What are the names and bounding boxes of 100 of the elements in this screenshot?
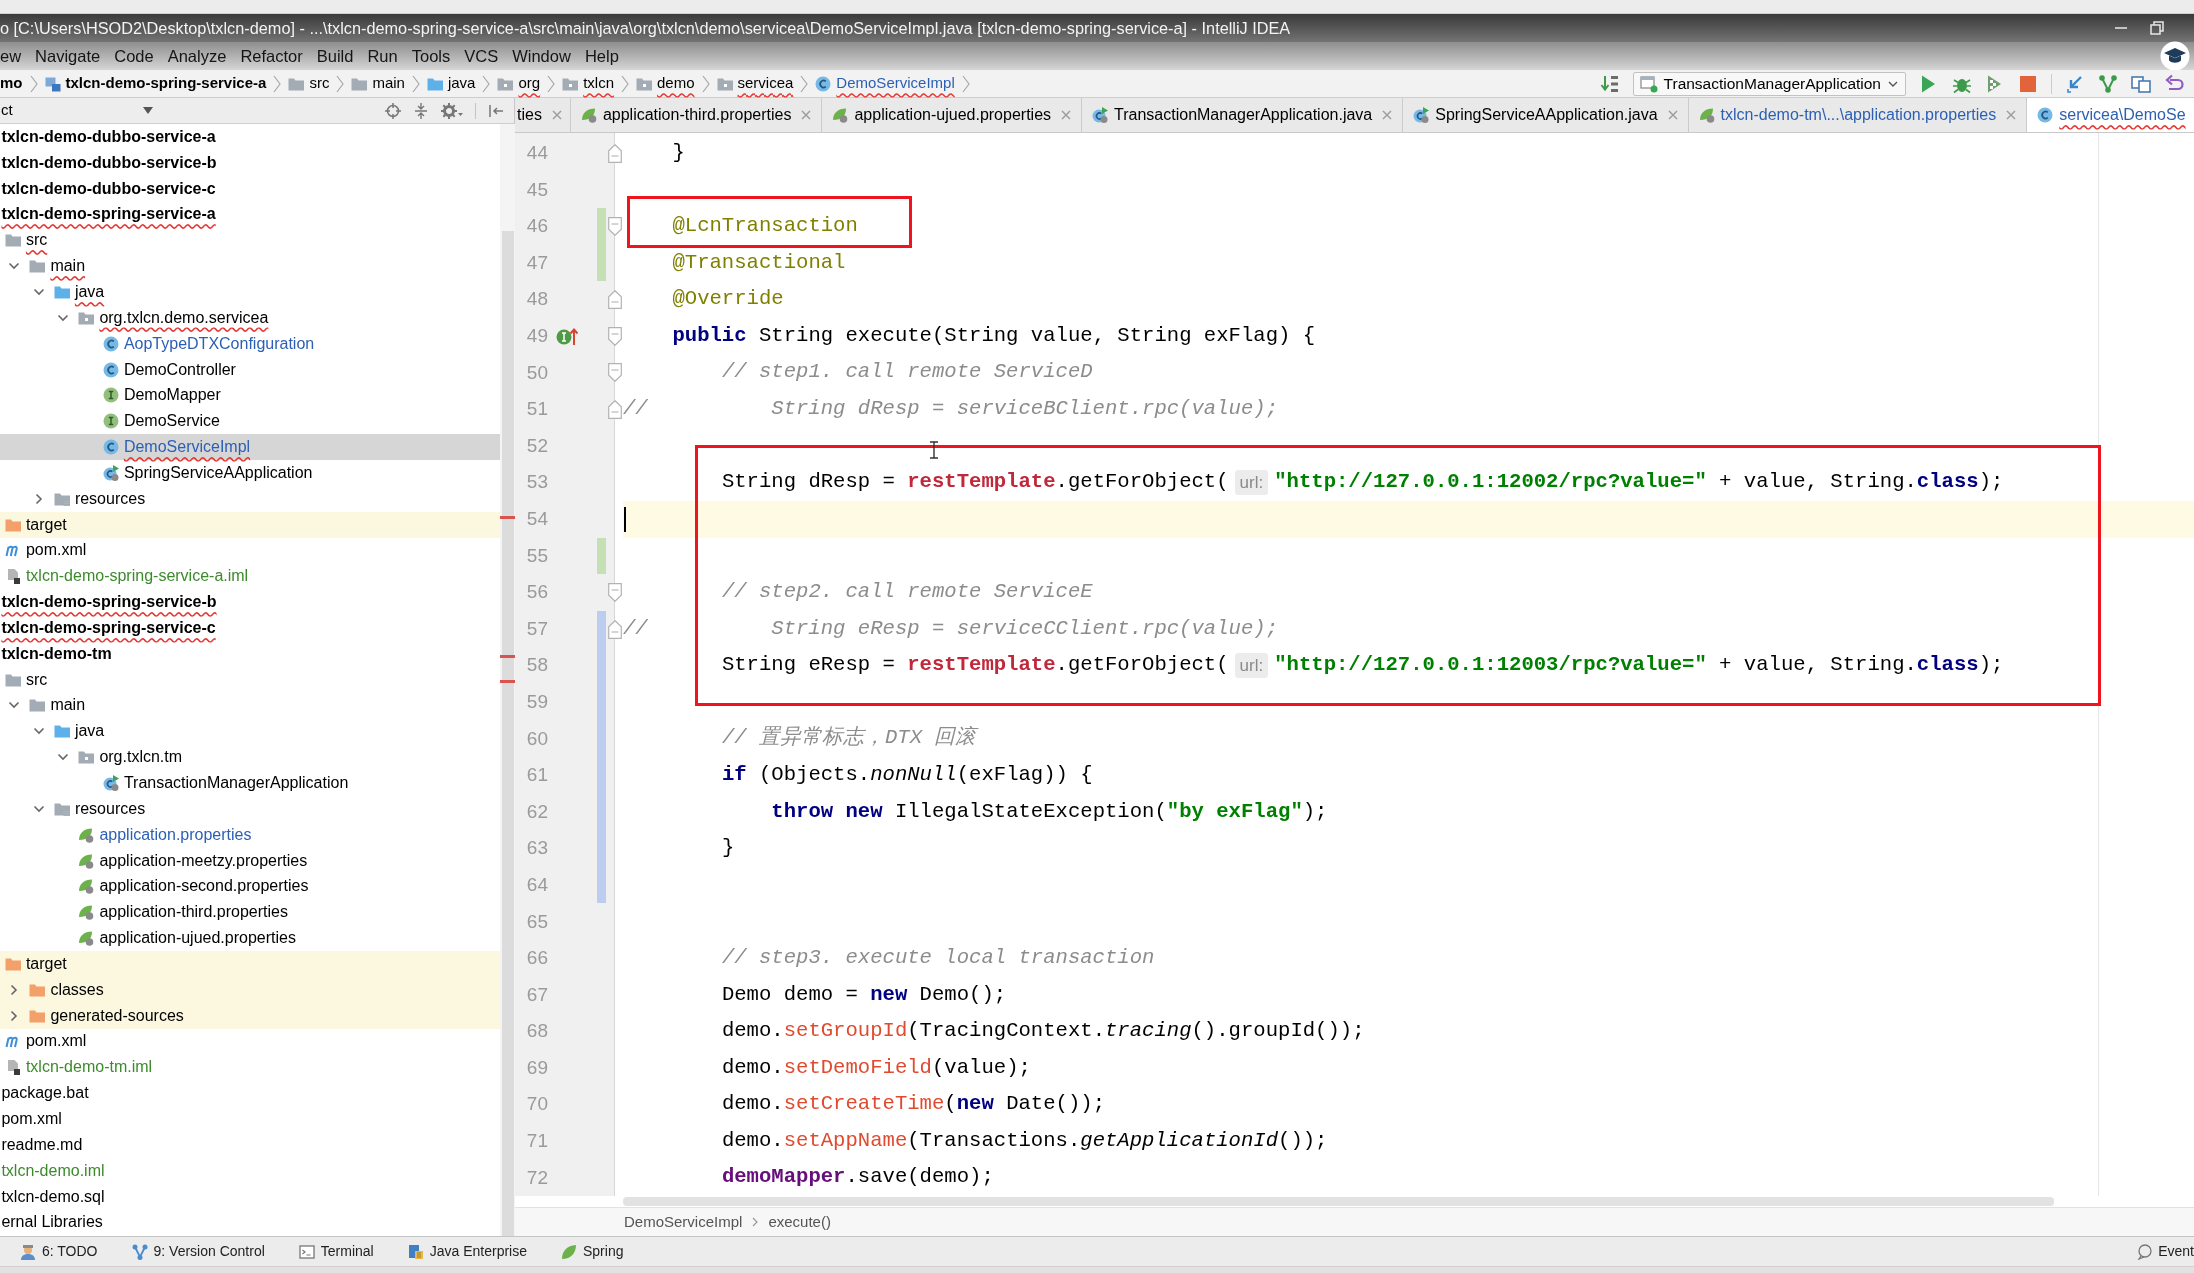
tree-item[interactable]: package.bat bbox=[1, 1081, 89, 1106]
tree-item[interactable]: src bbox=[25, 667, 48, 692]
tree-item[interactable]: txlcn-demo-spring-service-a.iml bbox=[25, 564, 249, 589]
menu-item[interactable]: VCS bbox=[464, 43, 499, 69]
breadcrumb-item[interactable]: txlcn-demo-spring-service-a bbox=[44, 72, 267, 95]
breadcrumb-item[interactable]: execute() bbox=[768, 1210, 831, 1234]
tree-item[interactable]: resources bbox=[74, 796, 146, 821]
tree-item[interactable]: txlcn-demo-tm bbox=[1, 641, 112, 666]
breadcrumb-item[interactable]: mo bbox=[0, 72, 23, 95]
breadcrumb-item[interactable]: org bbox=[497, 72, 541, 95]
fold-marker-icon[interactable] bbox=[607, 619, 622, 639]
breadcrumb-item[interactable]: demo bbox=[635, 72, 695, 95]
tree-item[interactable]: main bbox=[50, 693, 86, 718]
tree-item[interactable]: resources bbox=[74, 486, 146, 511]
chevron-down-icon[interactable] bbox=[32, 286, 45, 298]
tree-item[interactable]: application-ujued.properties bbox=[99, 926, 296, 951]
breadcrumb-item[interactable]: DemoServiceImpl bbox=[815, 72, 955, 95]
fold-marker-icon[interactable] bbox=[607, 582, 622, 602]
tree-item[interactable]: pom.xml bbox=[1, 1107, 62, 1131]
editor-tab[interactable]: ties bbox=[515, 98, 571, 132]
breadcrumb-item[interactable]: java bbox=[426, 72, 476, 95]
close-icon[interactable] bbox=[2006, 110, 2017, 120]
breadcrumb-item[interactable]: src bbox=[288, 72, 330, 95]
tree-item[interactable]: java bbox=[74, 719, 105, 744]
view-dropdown[interactable]: ct bbox=[0, 99, 153, 122]
collapse-icon[interactable] bbox=[413, 102, 429, 119]
interface-up-arrow-icon[interactable] bbox=[556, 326, 578, 347]
tree-item[interactable]: AopTypeDTXConfiguration bbox=[123, 331, 315, 356]
tree-item[interactable]: TransactionManagerApplication bbox=[123, 771, 349, 795]
event-log-button[interactable]: Event bbox=[2137, 1241, 2194, 1262]
tool-window-button[interactable]: 9: Version Control bbox=[131, 1241, 265, 1262]
crosshair-icon[interactable] bbox=[385, 102, 401, 119]
tree-item[interactable]: generated-sources bbox=[50, 1003, 184, 1028]
change-marker[interactable] bbox=[597, 537, 606, 575]
close-icon[interactable] bbox=[1382, 110, 1393, 120]
menu-item[interactable]: Code bbox=[114, 43, 154, 69]
tree-item[interactable]: main bbox=[50, 254, 86, 279]
menu-item[interactable]: Refactor bbox=[240, 43, 303, 69]
gear-icon[interactable] bbox=[441, 102, 463, 119]
close-icon[interactable] bbox=[551, 110, 562, 120]
menu-item[interactable]: Build bbox=[316, 43, 354, 69]
tree-item[interactable]: DemoServiceImpl bbox=[123, 435, 251, 460]
tree-item[interactable]: target bbox=[25, 951, 67, 976]
editor-tab[interactable]: servicea\DemoSe bbox=[2027, 98, 2194, 132]
tree-item[interactable]: txlcn-demo-tm.iml bbox=[25, 1055, 153, 1080]
menu-item[interactable]: Help bbox=[584, 43, 619, 69]
change-marker[interactable] bbox=[597, 610, 606, 648]
fork-icon[interactable] bbox=[2098, 73, 2118, 94]
fold-marker-icon[interactable] bbox=[607, 363, 622, 383]
tree-item[interactable]: application-third.properties bbox=[99, 900, 288, 925]
menu-item[interactable]: ew bbox=[0, 43, 22, 69]
tree-item[interactable]: org.txlcn.tm bbox=[99, 745, 183, 770]
fold-marker-icon[interactable] bbox=[607, 399, 622, 419]
change-marker[interactable] bbox=[597, 244, 606, 282]
menu-item[interactable]: Navigate bbox=[35, 43, 101, 69]
tree-item[interactable]: txlcn-demo-spring-service-b bbox=[1, 590, 217, 615]
close-icon[interactable] bbox=[801, 110, 812, 120]
tree-item[interactable]: classes bbox=[50, 977, 104, 1002]
scrollbar-thumb[interactable] bbox=[623, 1197, 2054, 1206]
tree-item[interactable]: DemoMapper bbox=[123, 383, 221, 408]
breadcrumb-item[interactable]: DemoServiceImpl bbox=[624, 1210, 743, 1234]
arrow-to-bar-icon[interactable] bbox=[488, 102, 504, 119]
fold-marker-icon[interactable] bbox=[607, 326, 622, 346]
arrow-down-left-icon[interactable] bbox=[2065, 73, 2085, 94]
tree-item[interactable]: pom.xml bbox=[25, 1029, 87, 1054]
tool-window-button[interactable]: 6: TODO bbox=[20, 1241, 98, 1262]
overlapping-squares-icon[interactable] bbox=[2131, 73, 2151, 94]
tree-item[interactable]: ernal Libraries bbox=[1, 1210, 103, 1235]
tree-item[interactable]: org.txlcn.demo.servicea bbox=[99, 305, 269, 330]
menu-item[interactable]: Window bbox=[512, 43, 571, 69]
change-marker[interactable] bbox=[597, 208, 606, 245]
change-marker[interactable] bbox=[597, 866, 606, 904]
tree-item[interactable]: txlcn-demo-spring-service-a bbox=[1, 202, 216, 227]
tree-item[interactable]: SpringServiceAApplication bbox=[123, 460, 313, 485]
tree-item[interactable]: application-meetzy.properties bbox=[99, 848, 308, 873]
tree-item[interactable]: txlcn-demo.sql bbox=[1, 1184, 105, 1209]
tool-window-button[interactable]: Spring bbox=[561, 1241, 624, 1262]
tree-item[interactable]: txlcn-demo.iml bbox=[1, 1158, 105, 1183]
tree-item[interactable]: pom.xml bbox=[25, 538, 87, 563]
breadcrumb-item[interactable]: main bbox=[351, 72, 405, 95]
arrow-down-list-icon[interactable] bbox=[1599, 73, 1620, 94]
tree-item[interactable]: java bbox=[74, 280, 105, 304]
tree-item[interactable]: txlcn-demo-dubbo-service-c bbox=[1, 176, 216, 201]
tool-window-button[interactable]: Java Enterprise bbox=[407, 1241, 527, 1262]
tree-item[interactable]: target bbox=[25, 512, 67, 537]
tree-item[interactable]: src bbox=[25, 228, 48, 253]
tree-item[interactable]: application-second.properties bbox=[99, 874, 309, 899]
menu-item[interactable]: Analyze bbox=[167, 43, 227, 69]
scrollbar-thumb[interactable] bbox=[502, 231, 514, 1236]
close-icon[interactable] bbox=[1061, 110, 1072, 120]
menu-item[interactable]: Run bbox=[367, 43, 398, 69]
run-configuration-dropdown[interactable]: TransactionManagerApplication bbox=[1632, 71, 1906, 96]
tree-item[interactable]: DemoService bbox=[123, 409, 220, 434]
tree-item[interactable]: txlcn-demo-dubbo-service-b bbox=[1, 150, 217, 175]
fold-marker-icon[interactable] bbox=[607, 290, 622, 310]
tool-window-button[interactable]: Terminal bbox=[298, 1241, 374, 1262]
fold-marker-icon[interactable] bbox=[607, 143, 622, 163]
tree-item[interactable]: txlcn-demo-dubbo-service-a bbox=[1, 124, 216, 149]
breadcrumb-item[interactable]: txlcn bbox=[562, 72, 614, 95]
tree-item[interactable]: application.properties bbox=[99, 822, 252, 847]
